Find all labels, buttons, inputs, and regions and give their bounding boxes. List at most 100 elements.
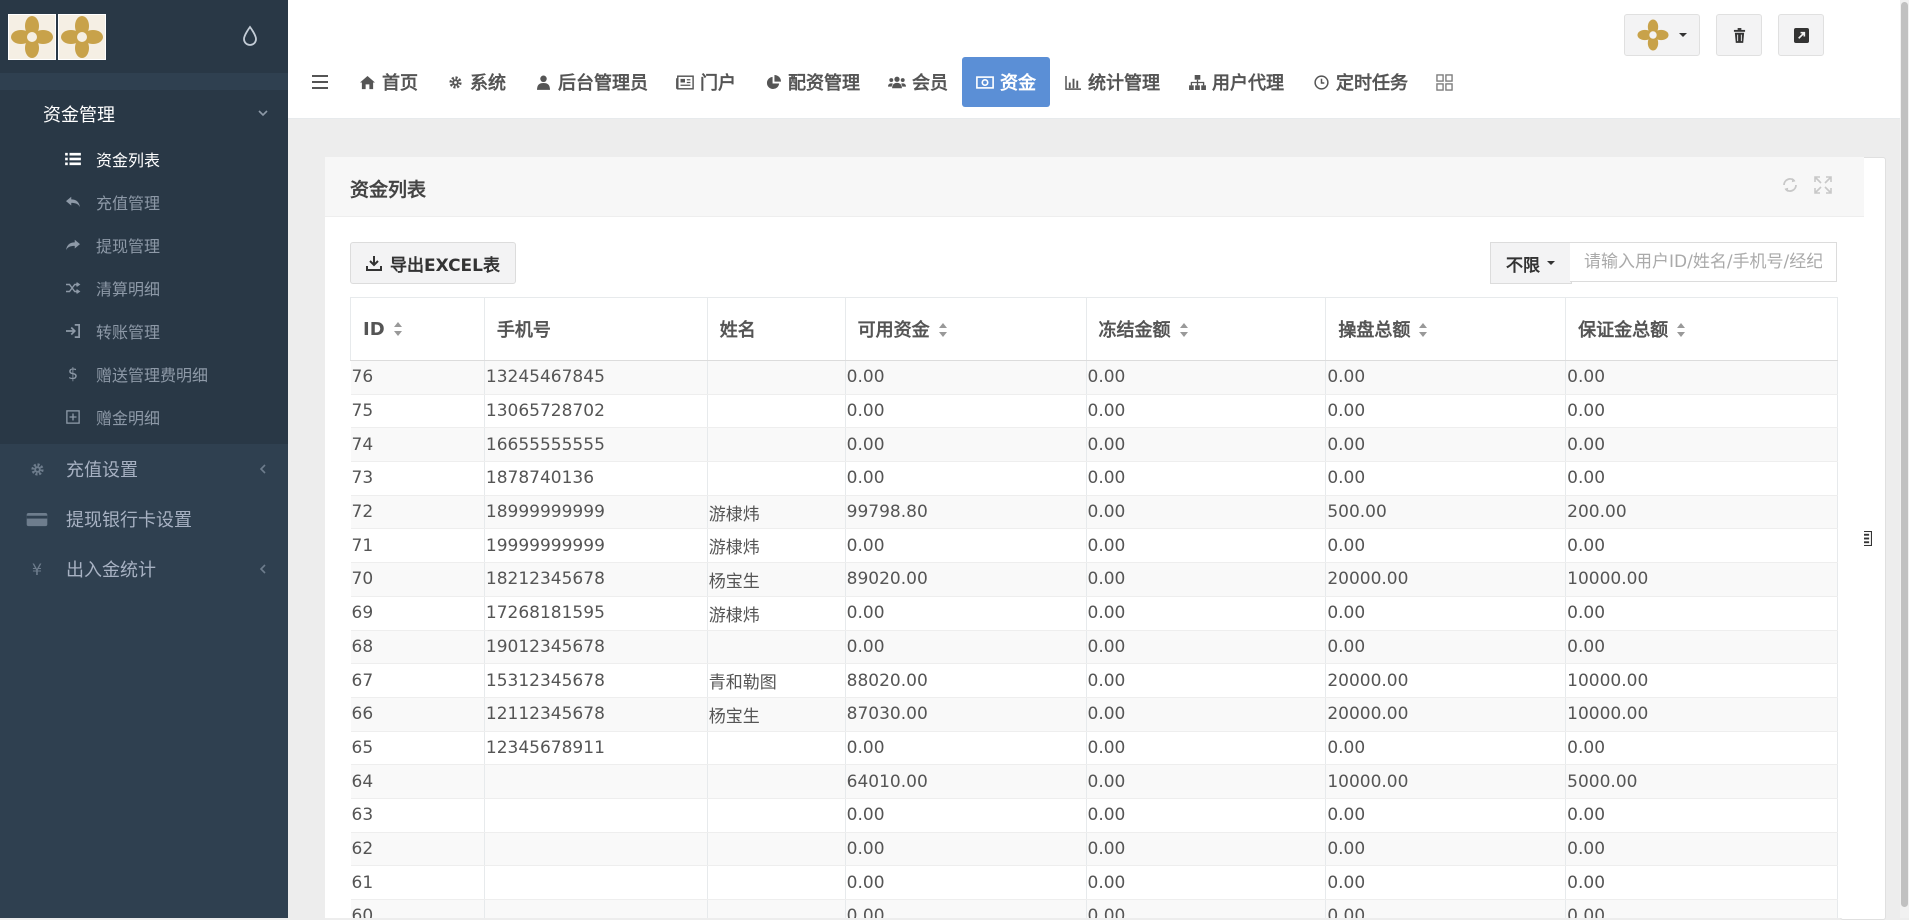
table-row[interactable]: 68 19012345678 0.00 0.00 0.00 0.00 [350,630,1838,665]
table-row[interactable]: 72 18999999999 游棣炜 99798.80 0.00 500.00 200.00 [350,495,1838,530]
menu-toggle-button[interactable] [298,57,344,107]
column-header[interactable]: ID [350,297,485,361]
nav-statistics[interactable]: 统计管理 [1050,57,1174,107]
nav-label: 会员 [912,73,948,94]
export-excel-button[interactable]: 导出EXCEL表 [350,242,516,284]
table-row[interactable]: 65 12345678911 0.00 0.00 0.00 0.00 [350,731,1838,766]
table-cell: 69 [350,596,485,631]
users-icon [888,73,906,91]
newspaper-icon [676,73,694,91]
sitemap-icon [1188,73,1206,91]
sort-icon[interactable] [1418,322,1428,338]
nav-funds[interactable]: 资金 [962,57,1050,107]
logo-bar [0,0,288,73]
table-cell: 87030.00 [845,697,1087,732]
hamburger-icon [312,75,328,89]
clear-cache-button[interactable] [1716,14,1762,56]
sidebar-section-bank-card[interactable]: 提现银行卡设置 [0,494,288,544]
table-row[interactable]: 67 15312345678 青和勒图 88020.00 0.00 20000.00 100… [350,663,1838,698]
fullscreen-icon[interactable] [1813,175,1833,195]
table-row[interactable]: 61 0.00 0.00 0.00 0.00 [350,865,1838,900]
nav-agents[interactable]: 用户代理 [1174,57,1298,107]
nav-more-apps[interactable] [1422,57,1467,107]
table-cell: 74 [350,427,485,463]
sign-in-icon [64,323,82,339]
table-cell [707,731,846,766]
nav-margin-management[interactable]: 配资管理 [750,57,874,107]
column-header[interactable]: 可用资金 [844,297,1087,361]
table-row[interactable]: 74 16655555555 0.00 0.00 0.00 0.00 [350,427,1838,463]
sidebar-item-bonus[interactable]: 赠金明细 [0,395,288,438]
theme-drop-icon[interactable] [240,24,260,48]
nav-members[interactable]: 会员 [874,57,962,107]
chevron-left-icon [259,564,266,574]
open-external-button[interactable] [1778,14,1824,56]
sidebar-item-withdraw[interactable]: 提现管理 [0,223,288,266]
table-row[interactable]: 69 17268181595 游棣炜 0.00 0.00 0.00 0.00 [350,596,1838,631]
column-header[interactable]: 保证金总额 [1565,297,1838,361]
table-cell: 0.00 [1086,764,1327,799]
search-input[interactable] [1570,242,1837,282]
table-cell: 0.00 [1565,461,1838,496]
table-row[interactable]: 71 19999999999 游棣炜 0.00 0.00 0.00 0.00 [350,528,1838,564]
scrollbar-thumb[interactable] [1901,2,1908,907]
table-header-row: ID 手机号 姓名 可用资金 冻结金额 操盘总额 保证金总额 [350,297,1838,361]
sort-icon[interactable] [1179,322,1189,338]
table-cell: 0.00 [845,865,1087,900]
table-cell [707,461,846,496]
table-cell: 20000.00 [1325,663,1567,698]
column-header[interactable]: 冻结金额 [1085,297,1327,361]
table-row[interactable]: 73 1878740136 0.00 0.00 0.00 0.00 [350,461,1838,496]
table-row[interactable]: 62 0.00 0.00 0.00 0.00 [350,832,1838,867]
sidebar-section-fund-management[interactable]: 资金管理 [0,90,288,137]
sort-icon[interactable] [938,322,948,338]
list-icon [64,151,82,167]
nav-scheduled-tasks[interactable]: 定时任务 [1298,57,1422,107]
brand-logo-secondary[interactable] [58,14,106,60]
table-cell: 72 [350,495,485,530]
table-row[interactable]: 76 13245467845 0.00 0.00 0.00 0.00 [350,360,1838,395]
sidebar-item-fee-gift[interactable]: $ 赠送管理费明细 [0,352,288,395]
table-cell: 89020.00 [845,562,1087,597]
sidebar-item-settlement[interactable]: 清算明细 [0,266,288,309]
sidebar-item-recharge[interactable]: 充值管理 [0,180,288,223]
brand-logo[interactable] [8,14,56,60]
column-header: 姓名 [706,297,846,361]
table-row[interactable]: 75 13065728702 0.00 0.00 0.00 0.00 [350,394,1838,429]
table-cell: 88020.00 [845,663,1087,698]
nav-admins[interactable]: 后台管理员 [520,57,662,107]
filter-dropdown[interactable]: 不限 [1490,242,1572,284]
nav-label: 配资管理 [788,73,860,94]
column-header[interactable]: 操盘总额 [1325,297,1567,361]
download-icon [365,256,382,271]
nav-portal[interactable]: 门户 [662,57,750,107]
nav-home[interactable]: 首页 [344,57,432,107]
table-cell: 1878740136 [484,461,708,496]
sidebar-section-recharge-settings[interactable]: 充值设置 [0,444,288,494]
nav-system[interactable]: 系统 [432,57,520,107]
user-avatar-dropdown[interactable] [1624,14,1700,56]
refresh-icon[interactable] [1780,175,1800,195]
column-header-label: 保证金总额 [1578,320,1669,341]
sidebar-item-fund-list[interactable]: 资金列表 [0,137,288,180]
table-row[interactable]: 60 0.00 0.00 0.00 0.00 [350,899,1838,918]
table-row[interactable]: 66 12112345678 杨宝生 87030.00 0.00 20000.00 1000… [350,697,1838,732]
submenu-fund-management: 资金列表 充值管理 提现管理 清算明细 转账管理 $ 赠送管理费明细 赠金明细 [0,137,288,444]
table-row[interactable]: 70 18212345678 杨宝生 89020.00 0.00 20000.00 1000… [350,562,1838,597]
table-row[interactable]: 63 0.00 0.00 0.00 0.00 [350,798,1838,833]
sidebar-section-label: 充值设置 [66,460,138,481]
table-cell: 0.00 [845,731,1087,766]
sidebar-item-transfer[interactable]: 转账管理 [0,309,288,352]
shuffle-icon [64,280,82,296]
sidebar-section-fund-stats[interactable]: ¥ 出入金统计 [0,544,288,594]
page-scrollbar[interactable] [1900,0,1909,918]
fund-table: ID 手机号 姓名 可用资金 冻结金额 操盘总额 保证金总额 76 13245467845 0.… [350,297,1838,918]
table-row[interactable]: 64 64010.00 0.00 10000.00 5000.00 [350,764,1838,799]
column-header-label: 手机号 [496,320,551,341]
sort-icon[interactable] [393,321,403,337]
table-cell: 20000.00 [1325,562,1567,597]
table-cell: 0.00 [1325,832,1567,867]
sort-icon[interactable] [1676,322,1686,338]
content-panel: 资金列表 导出EXCEL表 不限 ID 手机号 姓名 可用资金 冻结金额 操盘总额 保证金总… [325,157,1864,918]
table-cell [707,865,846,900]
